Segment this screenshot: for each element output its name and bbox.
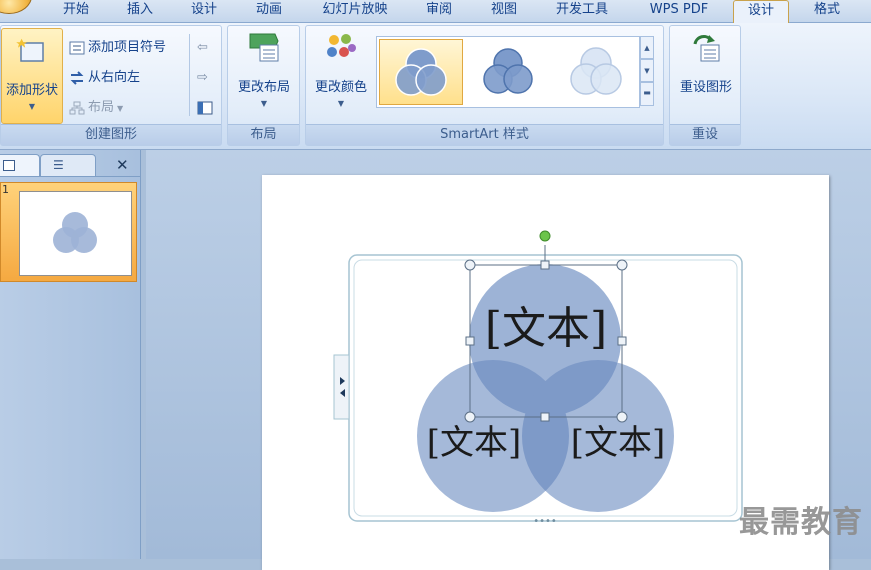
panel-tab-underline (0, 176, 140, 177)
rotation-handle (539, 230, 551, 242)
venn-text-left: [文本] (427, 423, 522, 463)
color-palette-icon (327, 34, 356, 57)
slide-thumbnail-venn (53, 212, 97, 253)
gallery-scroll-up-button[interactable]: ▲ (640, 36, 654, 59)
group-layouts: 更改布局 ▼ 布局 (227, 25, 300, 146)
change-layout-label: 更改布局 (237, 80, 290, 95)
office-button[interactable] (0, 0, 32, 14)
group-create-graphic: 添加形状 ▼ 添加项目符号 从右向左 布局 ▼ ⇦ ⇨ 创建图形 (0, 25, 222, 146)
add-shape-button[interactable]: 添加形状 ▼ (1, 28, 63, 124)
group-title-smartart-styles: SmartArt 样式 (306, 124, 663, 145)
tab-design[interactable]: 设计 (186, 0, 222, 22)
add-bullet-button[interactable]: 添加项目符号 (69, 38, 166, 58)
venn-text-right: [文本] (571, 423, 666, 463)
ribbon: 添加形状 ▼ 添加项目符号 从右向左 布局 ▼ ⇦ ⇨ 创建图形 更改布局 ▼ … (0, 23, 871, 150)
tab-slides[interactable] (0, 154, 40, 176)
right-to-left-button[interactable]: 从右向左 (69, 68, 140, 88)
chevron-down-icon: ▼ (337, 99, 345, 108)
style-gallery-item-1[interactable] (379, 39, 463, 105)
frame-grip-bottom: •••• (533, 516, 557, 527)
swap-arrows-icon (70, 70, 84, 85)
layout-label: 布局 (88, 100, 115, 115)
gallery-scroll-down-button[interactable]: ▼ (640, 59, 654, 82)
tab-wps-pdf[interactable]: WPS PDF (642, 0, 716, 22)
arrow-right-icon: ⇨ (197, 70, 208, 85)
reset-graphic-button[interactable]: 重设图形 (672, 32, 740, 95)
change-colors-label: 更改颜色 (314, 80, 367, 95)
add-shape-icon (16, 38, 44, 62)
layout-icon (249, 33, 279, 62)
right-to-left-label: 从右向左 (88, 70, 141, 85)
tab-smartart-format[interactable]: 格式 (800, 0, 854, 22)
slide-number: 1 (2, 183, 9, 196)
group-title-layouts: 布局 (228, 124, 299, 145)
add-shape-label: 添加形状 (5, 83, 58, 98)
tab-outline[interactable]: ☰ (40, 154, 96, 176)
venn-style-3-icon (570, 47, 622, 95)
group-title-create-graphic: 创建图形 (1, 124, 221, 145)
separator (189, 34, 190, 116)
gallery-scroll: ▲ ▼ ▬ (640, 36, 654, 108)
text-pane-handle (333, 354, 350, 420)
style-gallery-item-2[interactable] (467, 39, 551, 105)
venn-style-1-icon (395, 48, 447, 96)
venn-text-top: [文本] (485, 303, 607, 354)
reset-graphic-label: 重设图形 (679, 80, 732, 95)
chevron-down-icon: ▼ (28, 102, 36, 111)
close-icon[interactable]: ✕ (116, 156, 129, 174)
add-bullet-label: 添加项目符号 (88, 40, 167, 55)
venn-style-2-icon (483, 48, 533, 94)
tab-smartart-design[interactable]: 设计 (733, 0, 789, 24)
layout-button[interactable]: 布局 ▼ (69, 98, 123, 118)
tab-slideshow[interactable]: 幻灯片放映 (315, 0, 395, 22)
watermark-logo: 最需教育 (739, 505, 863, 540)
style-gallery (376, 36, 640, 108)
text-pane-icon (197, 101, 213, 114)
reset-graphic-icon (693, 35, 720, 62)
outline-icon: ☰ (53, 158, 64, 172)
slide-editor-area: [文本] [文本] [文本] •••• 最需教育 (146, 150, 871, 570)
tab-developer[interactable]: 开发工具 (548, 0, 616, 22)
tab-animation[interactable]: 动画 (251, 0, 287, 22)
group-smartart-styles: 更改颜色 ▼ ▲ ▼ ▬ SmartArt 样式 (305, 25, 664, 146)
hierarchy-icon (69, 101, 85, 114)
style-gallery-item-3[interactable] (555, 39, 639, 105)
gallery-more-button[interactable]: ▬ (640, 82, 654, 106)
tab-home[interactable]: 开始 (58, 0, 94, 22)
demote-button[interactable]: ⇨ (197, 68, 208, 88)
change-colors-button[interactable]: 更改颜色 ▼ (308, 32, 374, 108)
tab-insert[interactable]: 插入 (122, 0, 158, 22)
text-pane-button[interactable] (197, 98, 216, 118)
slide-thumbnail (19, 191, 132, 276)
tab-review[interactable]: 审阅 (421, 0, 457, 22)
chevron-down-icon: ▼ (117, 104, 124, 113)
chevron-down-icon: ▼ (260, 99, 268, 108)
change-layout-button[interactable]: 更改布局 ▼ (230, 32, 298, 108)
bullet-list-icon (69, 41, 85, 54)
slide-thumbnail-item[interactable]: 1 (0, 182, 137, 282)
promote-button[interactable]: ⇦ (197, 38, 208, 58)
group-reset: 重设图形 重设 (669, 25, 741, 146)
ribbon-tab-bar: 开始 插入 设计 动画 幻灯片放映 审阅 视图 开发工具 WPS PDF 设计 … (0, 0, 871, 24)
arrow-left-icon: ⇦ (197, 40, 208, 55)
group-title-reset: 重设 (670, 124, 740, 145)
tab-view[interactable]: 视图 (486, 0, 522, 22)
slides-icon (3, 160, 15, 171)
